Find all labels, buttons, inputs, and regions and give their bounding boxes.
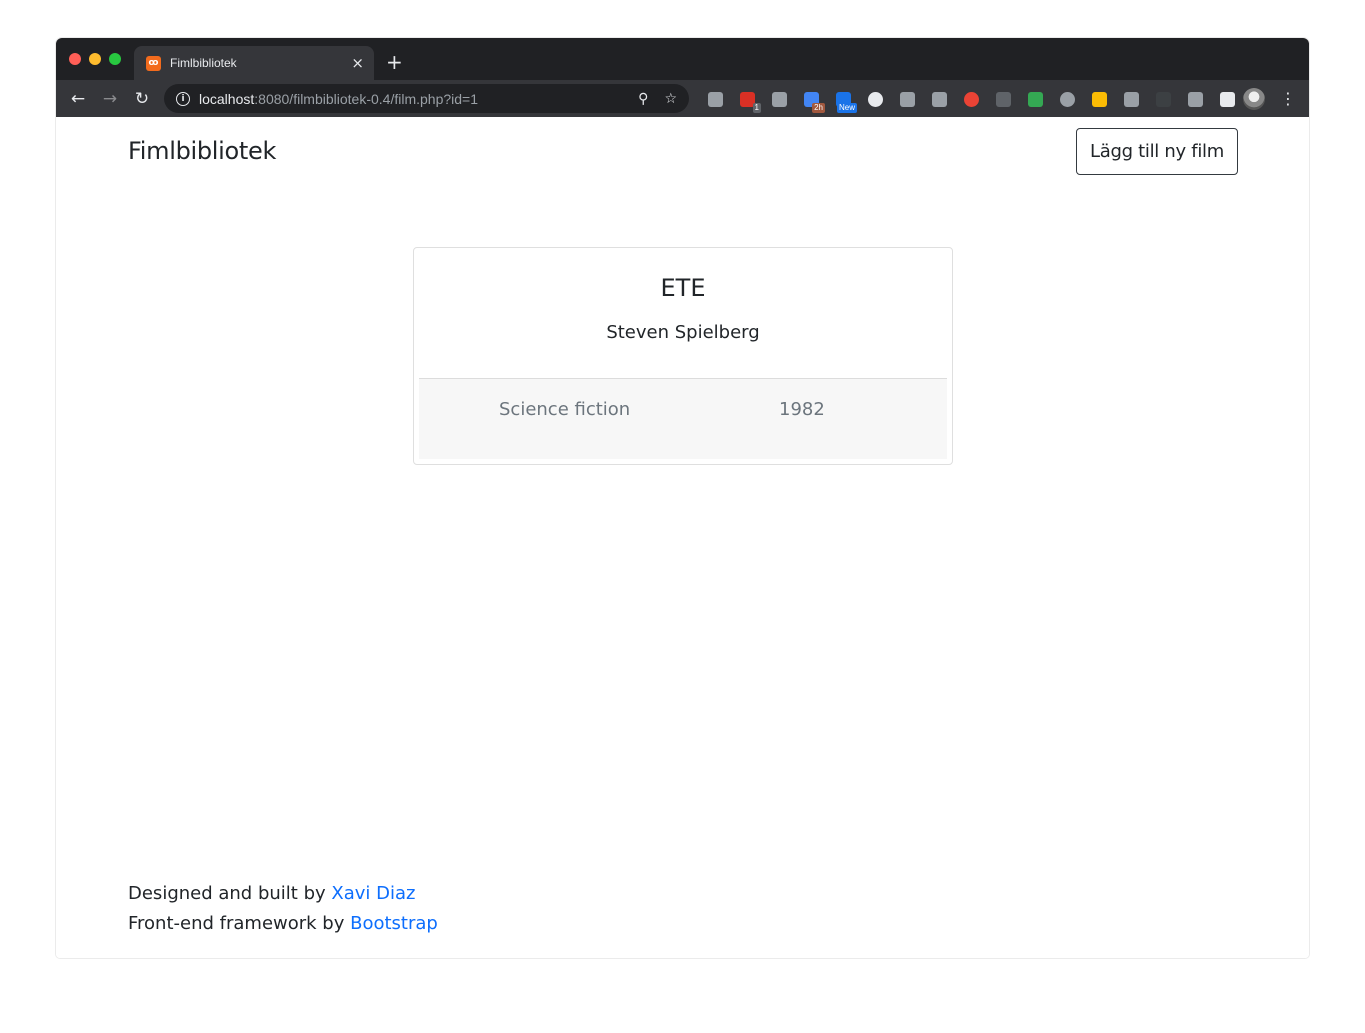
film-title: ETE bbox=[660, 274, 706, 302]
download-circle-ext-icon bbox=[1059, 91, 1075, 107]
extension-badge: 2h bbox=[812, 103, 825, 113]
extensions-bar: 1 2h New bbox=[699, 88, 1243, 113]
back-button[interactable]: ← bbox=[67, 88, 89, 110]
footer-designer-text: Designed and built by bbox=[128, 883, 332, 904]
browser-toolbar: ← → ↻ i localhost:8080/filmbibliotek-0.4… bbox=[56, 80, 1309, 117]
s-ext-button[interactable]: New bbox=[827, 88, 859, 113]
window-controls bbox=[69, 53, 121, 65]
url-path: :8080/filmbibliotek-0.4/film.php?id=1 bbox=[254, 90, 479, 107]
film-director: Steven Spielberg bbox=[606, 322, 760, 343]
drive-ext-button[interactable] bbox=[699, 88, 731, 110]
tab-title: Fimlbibliotek bbox=[170, 56, 237, 70]
color-wheel-ext-icon bbox=[963, 91, 979, 107]
url-text[interactable]: localhost:8080/filmbibliotek-0.4/film.ph… bbox=[199, 91, 622, 107]
tab-close-icon[interactable]: × bbox=[351, 54, 364, 72]
screenshot-ext-icon bbox=[931, 91, 947, 107]
footer-line-designer: Designed and built by Xavi Diaz bbox=[128, 879, 438, 909]
page-content: Fimlbibliotek Lägg till ny film ETE Stev… bbox=[56, 117, 1309, 958]
lightbulb-ext-button[interactable] bbox=[763, 88, 795, 110]
extension-badge: 1 bbox=[752, 103, 761, 113]
camera-ext-button[interactable] bbox=[891, 88, 923, 110]
pin-ext-icon bbox=[1123, 91, 1139, 107]
cloud-ext-icon bbox=[1155, 91, 1171, 107]
color-wheel-ext-button[interactable] bbox=[955, 88, 987, 110]
chart-ext-button[interactable] bbox=[1019, 88, 1051, 110]
browser-window: ꝏ Fimlbibliotek × + ← → ↻ i localhost:80… bbox=[56, 38, 1309, 958]
forward-button[interactable]: → bbox=[99, 88, 121, 110]
circle-ext-icon bbox=[867, 91, 883, 107]
site-info-icon[interactable]: i bbox=[176, 91, 190, 106]
tab-strip: ꝏ Fimlbibliotek × + bbox=[56, 38, 1309, 80]
url-host: localhost bbox=[199, 90, 255, 107]
facebook-ext-button[interactable] bbox=[987, 88, 1019, 110]
film-card-footer: Science fiction 1982 bbox=[419, 378, 947, 459]
download-arrow-ext-icon bbox=[1187, 91, 1203, 107]
maximize-window-button[interactable] bbox=[109, 53, 121, 65]
bootstrap-link[interactable]: Bootstrap bbox=[350, 913, 438, 934]
footer-line-framework: Front-end framework by Bootstrap bbox=[128, 909, 438, 939]
extension-badge: New bbox=[836, 103, 857, 113]
zoom-icon[interactable]: ⚲ bbox=[638, 91, 648, 107]
camera-ext-icon bbox=[899, 91, 915, 107]
puzzle-ext-icon bbox=[1219, 91, 1235, 107]
designer-link[interactable]: Xavi Diaz bbox=[331, 883, 415, 904]
xampp-icon: ꝏ bbox=[146, 55, 161, 71]
add-film-button[interactable]: Lägg till ny film bbox=[1076, 128, 1238, 175]
close-window-button[interactable] bbox=[69, 53, 81, 65]
profile-avatar[interactable] bbox=[1243, 88, 1265, 110]
chart-ext-icon bbox=[1027, 91, 1043, 107]
circle-ext-button[interactable] bbox=[859, 88, 891, 110]
minimize-window-button[interactable] bbox=[89, 53, 101, 65]
download-circle-ext-button[interactable] bbox=[1051, 88, 1083, 110]
puzzle-ext-button[interactable] bbox=[1211, 88, 1243, 110]
facebook-ext-icon bbox=[995, 91, 1011, 107]
todo-ext-button[interactable]: 1 bbox=[731, 88, 763, 113]
film-genre: Science fiction bbox=[499, 399, 631, 420]
screenshot-ext-button[interactable] bbox=[923, 88, 955, 110]
google-drive-ext-button[interactable] bbox=[1083, 88, 1115, 110]
cloud-ext-button[interactable] bbox=[1147, 88, 1179, 110]
film-card: ETE Steven Spielberg Science fiction 198… bbox=[413, 247, 953, 465]
film-year: 1982 bbox=[779, 399, 825, 420]
lightbulb-ext-icon bbox=[771, 91, 787, 107]
footer-framework-text: Front-end framework by bbox=[128, 913, 351, 934]
bookmark-star-icon[interactable]: ☆ bbox=[664, 91, 677, 107]
new-tab-button[interactable]: + bbox=[386, 51, 403, 73]
google-drive-ext-icon bbox=[1091, 91, 1107, 107]
pin-ext-button[interactable] bbox=[1115, 88, 1147, 110]
navbar-brand[interactable]: Fimlbibliotek bbox=[128, 137, 276, 165]
page-footer: Designed and built by Xavi Diaz Front-en… bbox=[128, 879, 438, 939]
browser-menu-icon[interactable]: ⋮ bbox=[1280, 89, 1296, 108]
drive-ext-icon bbox=[707, 91, 723, 107]
address-bar[interactable]: i localhost:8080/filmbibliotek-0.4/film.… bbox=[164, 84, 689, 113]
reload-button[interactable]: ↻ bbox=[131, 88, 153, 110]
download-arrow-ext-button[interactable] bbox=[1179, 88, 1211, 110]
tab-fimlbibliotek[interactable]: ꝏ Fimlbibliotek × bbox=[134, 46, 374, 80]
calendar-ext-button[interactable]: 2h bbox=[795, 88, 827, 113]
